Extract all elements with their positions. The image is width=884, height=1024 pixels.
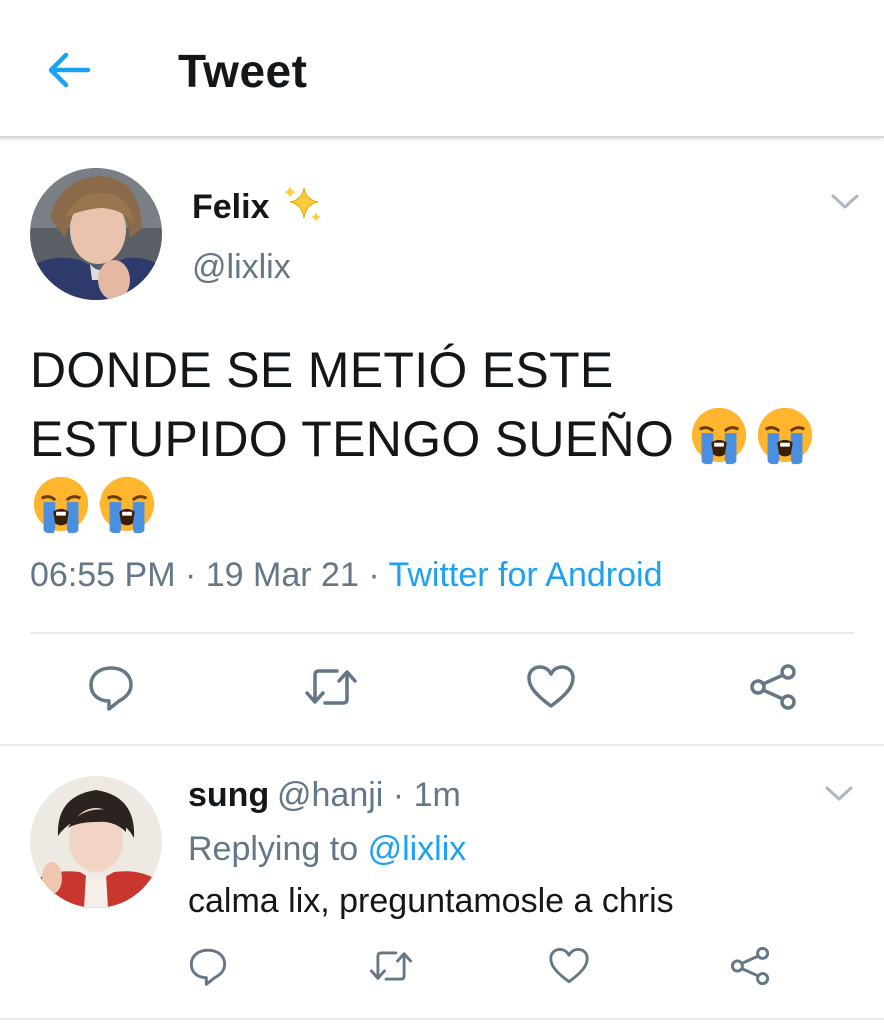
like-button[interactable] bbox=[524, 660, 578, 714]
author-handle[interactable]: @lixlix bbox=[192, 248, 291, 287]
share-icon bbox=[750, 664, 796, 710]
reply-like-button[interactable] bbox=[545, 942, 593, 990]
chevron-down-icon[interactable] bbox=[824, 784, 854, 804]
sparkles-icon bbox=[284, 186, 321, 222]
page-title: Tweet bbox=[178, 45, 308, 97]
main-tweet: Felix @lixlix DONDE SE METIÓ ESTE ESTUPI… bbox=[0, 140, 884, 746]
reply-icon bbox=[189, 948, 227, 986]
reply-text: calma lix, preguntamosle a chris bbox=[188, 882, 674, 920]
retweet-icon bbox=[369, 951, 413, 981]
heart-icon bbox=[527, 665, 575, 708]
tweet-date: 19 Mar 21 bbox=[205, 556, 359, 594]
reply-reply-button[interactable] bbox=[184, 942, 232, 990]
reply-button[interactable] bbox=[84, 660, 138, 714]
loudly-crying-face-emoji bbox=[758, 407, 813, 465]
share-icon bbox=[730, 946, 770, 986]
heart-icon bbox=[549, 948, 589, 984]
meta-separator: · bbox=[184, 556, 197, 594]
tweet-text-line-with-emoji: ESTUPIDO TENGO SUEÑO bbox=[30, 404, 830, 473]
reply-avatar[interactable] bbox=[30, 776, 162, 908]
divider bbox=[30, 632, 854, 634]
top-app-bar: Tweet bbox=[0, 0, 884, 138]
arrow-left-icon bbox=[48, 52, 90, 88]
tweet-time: 06:55 PM bbox=[30, 556, 176, 594]
reply-icon bbox=[89, 666, 133, 711]
meta-separator: · bbox=[368, 556, 380, 594]
chevron-down-icon[interactable] bbox=[830, 192, 860, 212]
avatar[interactable] bbox=[30, 168, 162, 300]
tweet-source-link[interactable]: Twitter for Android bbox=[388, 556, 662, 594]
reply-share-button[interactable] bbox=[726, 942, 774, 990]
reply-retweet-button[interactable] bbox=[366, 942, 416, 990]
avatar-image bbox=[30, 776, 162, 908]
avatar-image bbox=[30, 168, 162, 300]
back-button[interactable] bbox=[40, 44, 96, 96]
replying-to-label: Replying to bbox=[188, 830, 359, 868]
retweet-button[interactable] bbox=[302, 660, 360, 714]
reply-author-name[interactable]: sung bbox=[188, 776, 269, 815]
tweet-meta: 06:55 PM · 19 Mar 21 · Twitter for Andro… bbox=[30, 556, 663, 595]
loudly-crying-face-emoji bbox=[99, 476, 155, 534]
reply-author-handle[interactable]: @hanji · 1m bbox=[277, 776, 461, 815]
tweet-emoji-line bbox=[30, 473, 830, 542]
tweet-text-line: ESTUPIDO TENGO SUEÑO bbox=[30, 411, 675, 467]
retweet-icon bbox=[305, 669, 357, 705]
loudly-crying-face-emoji bbox=[692, 407, 747, 465]
tweet-text: DONDE SE METIÓ ESTE ESTUPIDO TENGO SUEÑO bbox=[30, 336, 830, 542]
tweet-text-line: DONDE SE METIÓ ESTE bbox=[30, 342, 614, 398]
author-name[interactable]: Felix bbox=[192, 188, 269, 227]
share-button[interactable] bbox=[746, 660, 800, 714]
loudly-crying-face-emoji bbox=[33, 476, 89, 534]
replying-to: Replying to @lixlix bbox=[188, 830, 466, 869]
divider bbox=[0, 1018, 884, 1020]
replying-to-mention[interactable]: @lixlix bbox=[368, 830, 467, 868]
